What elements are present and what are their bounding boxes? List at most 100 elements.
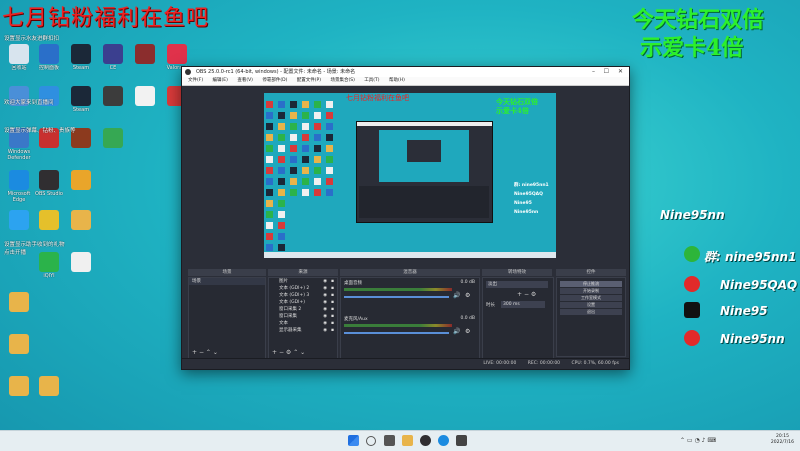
menu-tools[interactable]: 工具(T) [364,78,379,83]
desktop-icon[interactable] [64,210,98,243]
remove-icon[interactable]: − [199,349,204,356]
edge-taskbar-icon[interactable] [438,435,449,446]
remove-icon[interactable]: − [524,291,529,298]
desktop-icon-label [2,397,36,409]
volume-slider[interactable] [344,332,449,334]
preview-icon [278,167,285,174]
remove-icon[interactable]: − [279,349,284,356]
obs-titlebar[interactable]: OBS 25.0.0-rc1 (64-bit, windows) - 配置文件:… [182,67,629,77]
add-icon[interactable]: + [192,349,197,356]
exit-button[interactable]: 退出 [560,309,622,315]
audio-meter [344,288,452,291]
preview-icon [266,112,273,119]
lock-icon[interactable]: ▪ [331,278,334,285]
scene-item[interactable]: 场景 [189,278,265,285]
preview-icon [266,211,273,218]
eye-icon[interactable]: ◉ [323,278,327,285]
eye-icon[interactable]: ◉ [323,327,327,334]
desktop-icon[interactable] [96,86,130,119]
eye-icon[interactable]: ◉ [323,306,327,313]
search-icon[interactable] [366,436,376,446]
desktop-icon-label: OBS Studio [35,191,63,197]
desktop-icon[interactable] [32,210,66,243]
speaker-icon[interactable]: 🔊 [453,292,460,299]
lock-icon[interactable]: ▪ [331,313,334,320]
menu-help[interactable]: 帮助(H) [389,78,405,83]
menu-docks[interactable]: 停靠部件(D) [262,78,287,83]
desktop-icon[interactable]: CE [96,44,130,77]
desktop-icon[interactable] [128,86,162,119]
desktop-icon[interactable]: Microsoft Edge [2,170,36,203]
file-explorer-icon[interactable] [402,435,413,446]
menu-profile[interactable]: 配置文件(P) [297,78,321,83]
tray-icons[interactable]: ⌃ ▭ ◔ ♪ ⌨ [680,437,716,444]
desktop-icon[interactable] [96,128,130,161]
lock-icon[interactable]: ▪ [331,327,334,334]
down-icon[interactable]: ⌄ [300,349,305,356]
source-item[interactable]: 显示器采集 ◉ ▪ [269,327,337,334]
gear-icon[interactable]: ⚙ [286,349,291,356]
add-icon[interactable]: + [517,291,522,298]
source-item[interactable]: 文本 (GDI+) 3 ◉ ▪ [269,292,337,299]
desktop-icon[interactable]: 回收站 [2,44,36,77]
start-icon[interactable] [348,435,359,446]
source-item[interactable]: 文本 ◉ ▪ [269,320,337,327]
gear-icon[interactable]: ⚙ [531,291,536,298]
desktop-icon[interactable]: OBS Studio [32,170,66,203]
source-item[interactable]: 文本 (GDI+) ◉ ▪ [269,299,337,306]
eye-icon[interactable]: ◉ [323,299,327,306]
lock-icon[interactable]: ▪ [331,285,334,292]
eye-icon[interactable]: ◉ [323,313,327,320]
source-item[interactable]: 文本 (GDI+) 2 ◉ ▪ [269,285,337,292]
menu-file[interactable]: 文件(F) [188,78,203,83]
eye-icon[interactable]: ◉ [323,292,327,299]
desktop-icon[interactable] [2,376,36,409]
desktop-icon-label: Steam [72,65,90,71]
task-view-icon[interactable] [384,435,395,446]
eye-icon[interactable]: ◉ [323,320,327,327]
start-recording-button[interactable]: 开始录制 [560,288,622,294]
source-item[interactable]: 图片 ◉ ▪ [269,278,337,285]
settings-button[interactable]: 设置 [560,302,622,308]
up-icon[interactable]: ⌃ [293,349,298,356]
transition-select[interactable]: 淡出 [486,281,548,288]
desktop-icon[interactable] [64,170,98,203]
add-icon[interactable]: + [272,349,277,356]
gear-icon[interactable]: ⚙ [465,328,470,335]
lock-icon[interactable]: ▪ [331,320,334,327]
app-icon [9,210,29,230]
transitions-dock: 淡出 + − ⚙ 时长 300 ms [482,277,554,359]
volume-slider[interactable] [344,296,449,298]
desktop-icon[interactable] [32,376,66,409]
obs-taskbar-icon[interactable] [420,435,431,446]
menu-scene-collection[interactable]: 场景集合(S) [330,78,354,83]
duration-input[interactable]: 300 ms [501,301,545,308]
desktop-icon[interactable] [2,334,36,367]
source-item[interactable]: 窗口采集 2 ◉ ▪ [269,306,337,313]
lock-icon[interactable]: ▪ [331,299,334,306]
menu-edit[interactable]: 编辑(E) [213,78,228,83]
stop-streaming-button[interactable]: 停止推流 [560,281,622,287]
studio-mode-button[interactable]: 工作室模式 [560,295,622,301]
close-icon[interactable]: ✕ [618,67,623,77]
desktop-icon[interactable] [128,44,162,77]
obs-window[interactable]: OBS 25.0.0-rc1 (64-bit, windows) - 配置文件:… [181,66,630,370]
desktop-icon[interactable] [2,210,36,243]
desktop-icon[interactable]: 控制面板 [32,44,66,77]
speaker-icon[interactable]: 🔊 [453,328,460,335]
desktop-icon[interactable]: Steam [64,44,98,77]
app-taskbar-icon[interactable] [456,435,467,446]
minimize-icon[interactable]: – [592,67,595,77]
maximize-icon[interactable]: ☐ [604,67,609,77]
menu-view[interactable]: 查看(V) [237,78,253,83]
up-icon[interactable]: ⌃ [206,349,211,356]
eye-icon[interactable]: ◉ [323,285,327,292]
obs-preview[interactable]: 今天钻石双倍 示爱卡4倍 七月钻粉福利在鱼吧 群: nine95nn1 Nine… [264,93,556,258]
source-item[interactable]: 窗口采集 ◉ ▪ [269,313,337,320]
lock-icon[interactable]: ▪ [331,292,334,299]
desktop-icon[interactable] [2,292,36,325]
lock-icon[interactable]: ▪ [331,306,334,313]
down-icon[interactable]: ⌄ [213,349,218,356]
clock[interactable]: 20:15 2022/7/16 [771,434,794,446]
gear-icon[interactable]: ⚙ [465,292,470,299]
